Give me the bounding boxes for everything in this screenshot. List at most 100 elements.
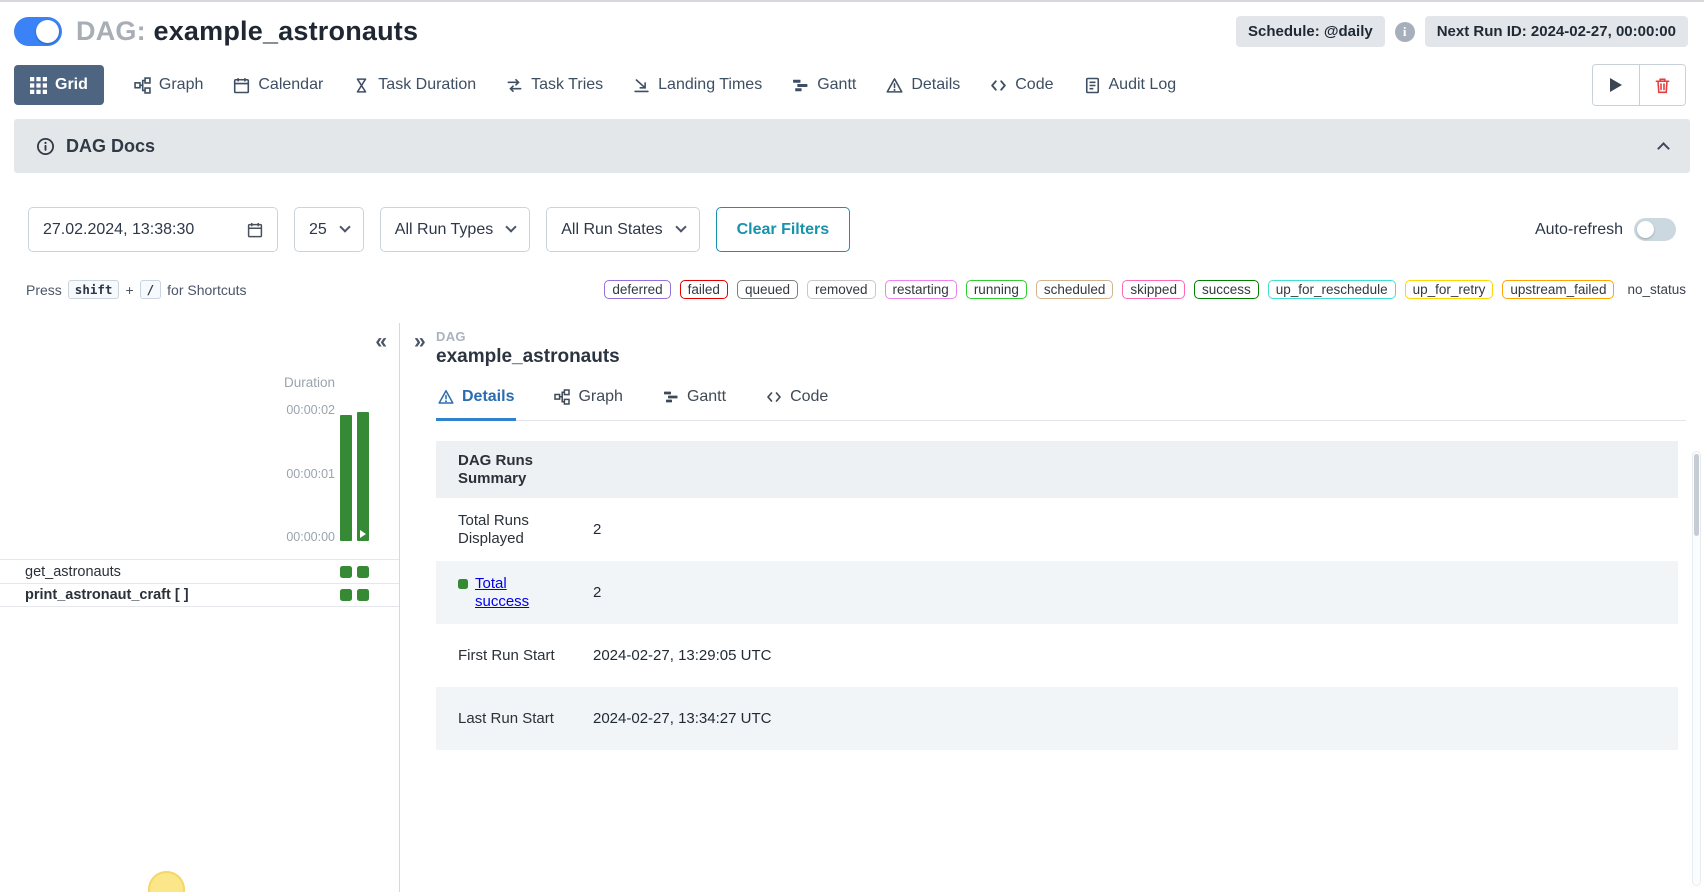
status-chip-success[interactable]: success [1194,280,1259,299]
nav-tab-label: Details [911,76,960,94]
task-name[interactable]: print_astronaut_craft [ ] [25,587,189,603]
run-states-select[interactable]: All Run States [546,207,699,252]
task-instance-success[interactable] [357,589,369,601]
nav-tab-graph[interactable]: Graph [134,76,203,94]
row-value: 2024-02-27, 13:34:27 UTC [576,710,771,727]
table-row: First Run Start 2024-02-27, 13:29:05 UTC [436,624,1678,687]
status-chip-up-for-reschedule[interactable]: up_for_reschedule [1268,280,1396,299]
graph-icon [134,77,151,94]
dag-pause-toggle[interactable] [14,17,62,46]
status-chip-deferred[interactable]: deferred [604,280,670,299]
schedule-info-icon[interactable]: i [1395,22,1415,42]
run-types-select[interactable]: All Run Types [380,207,530,252]
subtab-graph[interactable]: Graph [552,384,624,421]
subtab-label: Details [462,388,514,406]
nav-tab-landing-times[interactable]: Landing Times [633,76,762,94]
play-icon [1610,78,1622,92]
subtab-code[interactable]: Code [764,384,830,421]
run-bar[interactable] [340,415,352,541]
status-chip-skipped[interactable]: skipped [1122,280,1185,299]
nav-tab-details[interactable]: Details [886,76,960,94]
toggle-knob [1637,221,1654,238]
task-instance-success[interactable] [357,566,369,578]
base-date-input[interactable]: 27.02.2024, 13:38:30 [28,207,278,252]
row-value: 2 [576,521,601,538]
details-content: DAG example_astronauts Details Graph Gan… [400,329,1704,750]
status-chip-restarting[interactable]: restarting [885,280,957,299]
legend-row: Press shift + / for Shortcuts deferred f… [0,280,1704,299]
status-chip-queued[interactable]: queued [737,280,798,299]
toggle-knob [36,20,59,43]
caret-down-icon [675,221,686,232]
code-icon [766,389,782,405]
nav-tab-audit-log[interactable]: Audit Log [1084,76,1177,94]
total-success-link[interactable]: Total success [475,575,556,610]
nav-tab-grid[interactable]: Grid [14,65,104,105]
status-chip-no-status[interactable]: no_status [1623,281,1686,298]
code-icon [990,77,1007,94]
task-row: print_astronaut_craft [ ] [0,583,399,607]
manual-run-marker-icon [360,530,366,538]
task-instance-group [340,589,369,601]
nav-tab-code[interactable]: Code [990,76,1053,94]
nav-tab-gantt[interactable]: Gantt [792,76,856,94]
status-chip-up-for-retry[interactable]: up_for_retry [1405,280,1494,299]
row-label: Total Runs Displayed [436,502,576,557]
slash-key: / [140,280,162,299]
scrollbar-thumb[interactable] [1694,454,1699,536]
run-bar[interactable] [357,412,369,541]
main-content: « Duration 00:00:02 00:00:01 00:00:00 ge… [0,323,1704,892]
nav-tab-label: Gantt [817,76,856,94]
breadcrumb: DAG [436,329,1704,344]
duration-chart: Duration 00:00:02 00:00:01 00:00:00 [0,323,399,559]
subtab-label: Gantt [687,388,726,406]
shortcuts-text: for Shortcuts [167,282,246,298]
status-chip-failed[interactable]: failed [680,280,728,299]
task-instance-success[interactable] [340,589,352,601]
clear-filters-button[interactable]: Clear Filters [716,207,850,252]
nav-tab-task-duration[interactable]: Task Duration [353,76,476,94]
table-header-label: DAG Runs Summary [436,442,596,497]
graph-icon [554,389,570,405]
header: DAG: example_astronauts Schedule: @daily… [0,2,1704,53]
status-chip-removed[interactable]: removed [807,280,876,299]
run-states-value: All Run States [561,221,662,239]
gantt-icon [663,389,679,405]
nav-tab-calendar[interactable]: Calendar [233,76,323,94]
shortcuts-hint: Press shift + / for Shortcuts [26,280,247,299]
nav-tab-label: Calendar [258,76,323,94]
table-row: Total success 2 [436,561,1678,624]
delete-dag-button[interactable] [1639,65,1685,105]
header-right: Schedule: @daily i Next Run ID: 2024-02-… [1236,16,1688,47]
run-types-value: All Run Types [395,221,493,239]
task-name[interactable]: get_astronauts [25,564,121,580]
page-size-value: 25 [309,221,327,239]
task-instance-success[interactable] [340,566,352,578]
subtab-details[interactable]: Details [436,384,516,421]
status-chip-running[interactable]: running [966,280,1027,299]
dag-runs-summary-table: DAG Runs Summary Total Runs Displayed 2 … [436,441,1678,750]
nav-tab-label: Graph [159,76,203,94]
status-chip-scheduled[interactable]: scheduled [1036,280,1114,299]
expand-panel-icon[interactable]: » [414,331,426,352]
details-scrollbar[interactable] [1692,451,1701,886]
dag-docs-title: DAG Docs [66,136,155,157]
status-chip-upstream-failed[interactable]: upstream_failed [1502,280,1614,299]
dag-action-group [1592,64,1686,106]
row-label: First Run Start [436,637,576,675]
trigger-dag-button[interactable] [1593,65,1639,105]
y-tick: 00:00:00 [286,530,335,544]
table-header-row: DAG Runs Summary [436,441,1678,498]
subtab-label: Graph [578,388,622,406]
y-tick: 00:00:01 [286,467,335,481]
dag-docs-bar[interactable]: DAG Docs [14,119,1690,173]
hourglass-icon [353,77,370,94]
auto-refresh-toggle[interactable] [1634,218,1676,241]
floating-hint-dot[interactable] [148,871,185,892]
details-subtabs: Details Graph Gantt Code [436,384,1686,421]
row-label: Last Run Start [436,700,576,738]
page-size-select[interactable]: 25 [294,207,364,252]
subtab-gantt[interactable]: Gantt [661,384,728,421]
chevron-up-icon[interactable] [1657,142,1670,155]
nav-tab-task-tries[interactable]: Task Tries [506,76,603,94]
